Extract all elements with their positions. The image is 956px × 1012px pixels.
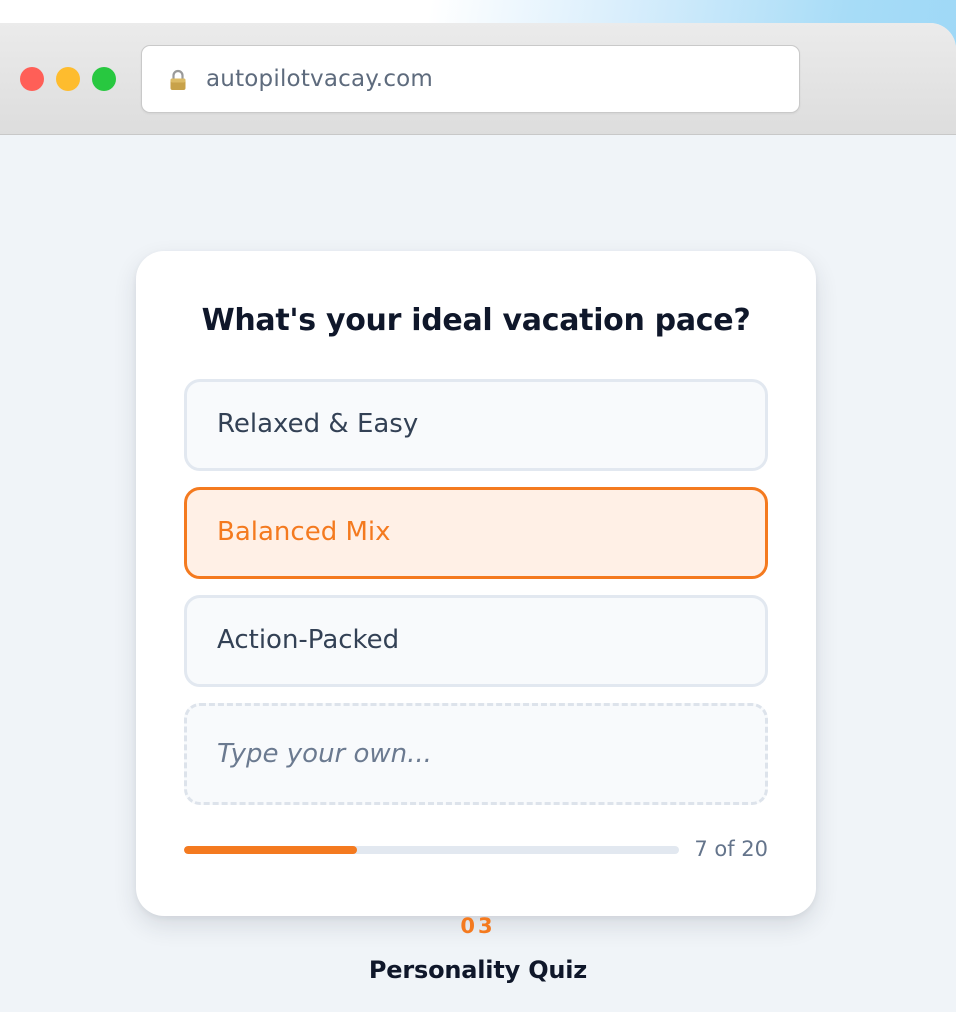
step-number: 03 — [460, 914, 496, 938]
option-label: Action-Packed — [217, 625, 400, 655]
address-bar[interactable]: autopilotvacay.com — [141, 45, 800, 113]
feature-title: Personality Quiz — [368, 956, 588, 984]
option-balanced-mix[interactable]: Balanced Mix — [184, 487, 768, 579]
progress-counter: 7 of 20 — [694, 837, 768, 861]
close-window-button[interactable] — [20, 67, 44, 91]
custom-answer-input[interactable] — [184, 703, 768, 805]
lock-icon — [170, 69, 186, 90]
progress-bar-fill — [184, 846, 358, 854]
zoom-window-button[interactable] — [92, 67, 116, 91]
browser-window: autopilotvacay.com What's your ideal vac… — [0, 23, 956, 1012]
option-action-packed[interactable]: Action-Packed — [184, 595, 768, 687]
option-label: Relaxed & Easy — [217, 409, 419, 439]
url-text: autopilotvacay.com — [206, 66, 434, 92]
minimize-window-button[interactable] — [56, 67, 80, 91]
option-relaxed-easy[interactable]: Relaxed & Easy — [184, 379, 768, 471]
browser-toolbar: autopilotvacay.com — [0, 23, 956, 135]
option-label: Balanced Mix — [217, 517, 391, 547]
quiz-card: What's your ideal vacation pace? Relaxed… — [136, 251, 816, 916]
page-background: autopilotvacay.com What's your ideal vac… — [0, 0, 956, 1012]
progress-bar — [184, 846, 679, 854]
question-title: What's your ideal vacation pace? — [201, 303, 751, 338]
